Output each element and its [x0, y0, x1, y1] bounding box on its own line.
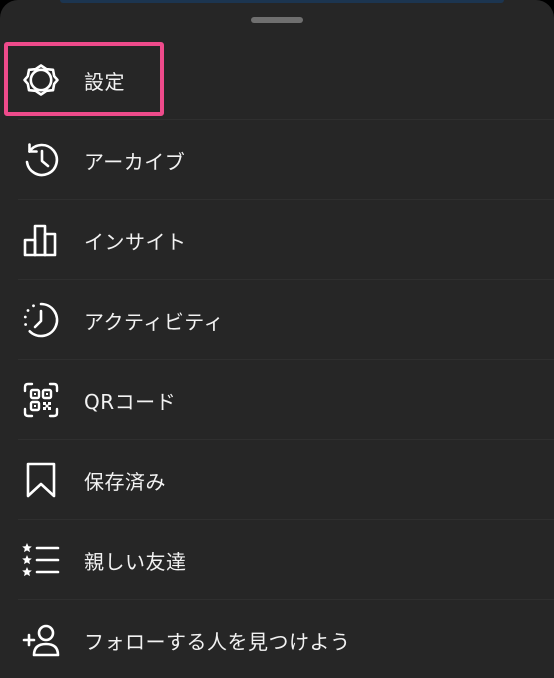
menu-item-archive[interactable]: アーカイブ: [0, 120, 554, 200]
menu-item-label: QRコード: [84, 389, 177, 414]
qr-code-icon: [20, 379, 62, 421]
menu-item-settings[interactable]: 設定: [0, 40, 554, 120]
add-person-icon: [20, 619, 62, 661]
gear-icon: [20, 59, 62, 101]
menu-item-discover-people[interactable]: フォローする人を見つけよう: [0, 600, 554, 678]
background-strip: [60, 0, 504, 3]
menu-item-activity[interactable]: アクティビティ: [0, 280, 554, 360]
bookmark-icon: [20, 459, 62, 501]
bar-chart-icon: [20, 219, 62, 261]
menu-item-saved[interactable]: 保存済み: [0, 440, 554, 520]
archive-history-icon: [20, 139, 62, 181]
menu-item-label: 親しい友達: [84, 549, 187, 574]
menu-item-label: インサイト: [84, 229, 187, 254]
menu-item-close-friends[interactable]: 親しい友達: [0, 520, 554, 600]
close-friends-list-icon: [20, 539, 62, 581]
menu-item-qr-code[interactable]: QRコード: [0, 360, 554, 440]
activity-clock-icon: [20, 299, 62, 341]
menu-item-label: 設定: [84, 69, 125, 94]
menu-item-label: フォローする人を見つけよう: [84, 629, 351, 654]
bottom-sheet: 設定 アーカイブ インサイト アクティビティ QRコード 保存済み 親しい友達 …: [0, 0, 554, 678]
menu-item-insights[interactable]: インサイト: [0, 200, 554, 280]
menu-item-label: アクティビティ: [84, 309, 225, 334]
menu-item-label: 保存済み: [84, 469, 166, 494]
menu-list: 設定 アーカイブ インサイト アクティビティ QRコード 保存済み 親しい友達 …: [0, 40, 554, 678]
menu-item-label: アーカイブ: [84, 149, 186, 174]
sheet-grabber[interactable]: [251, 17, 303, 23]
